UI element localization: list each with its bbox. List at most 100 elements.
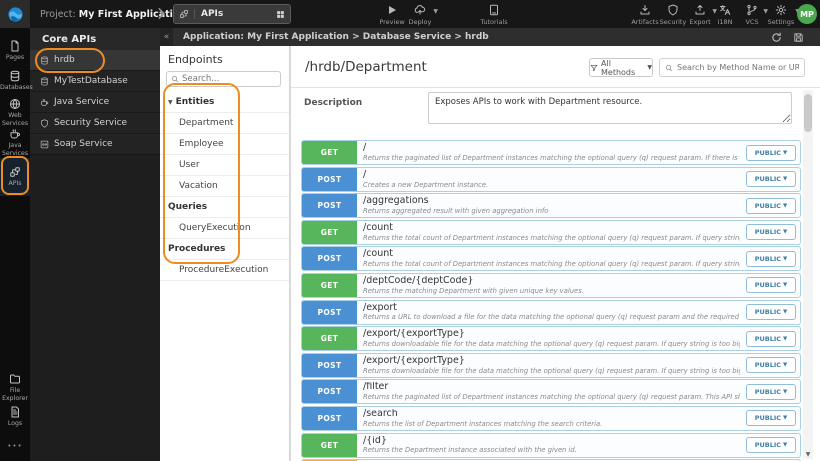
visibility-dropdown[interactable]: PUBLIC ▼ [746,410,796,427]
endpoint-info: /search Returns the list of Department in… [357,407,746,430]
tree-node-procedures[interactable]: Procedures [160,239,289,260]
endpoint-row[interactable]: GET / Returns the paginated list of Depart… [301,140,801,165]
tree-node-vacation[interactable]: Vacation [160,176,289,197]
rail-item-label: APIs [8,179,22,187]
sidebar-item-pages[interactable]: Pages [0,38,30,62]
endpoint-description: Creates a new Department instance. [363,180,489,189]
method-badge: GET [302,433,357,457]
visibility-dropdown[interactable]: PUBLIC ▼ [746,197,796,214]
core-api-item-mytestdatabase[interactable]: MyTestDatabase [30,71,160,92]
tree-node-employee[interactable]: Employee [160,134,289,155]
app-logo[interactable] [0,0,30,28]
endpoint-path: /export [363,302,397,313]
endpoint-row[interactable]: GET/export/{exportType} Returns downloada… [301,326,801,352]
tree-node-entities[interactable]: ▼ Entities [160,92,289,113]
tree-node-user[interactable]: User [160,155,289,176]
scrollbar-thumb[interactable] [804,94,812,132]
sidebar-item-web-services[interactable]: Web Services [0,96,30,128]
topbar-button-i18n[interactable]: I18N [711,4,739,26]
topbar-button-deploy[interactable]: ▼ Deploy [403,4,438,26]
endpoints-search-input[interactable] [182,74,272,84]
endpoints-search[interactable] [166,71,281,87]
grid-icon[interactable] [276,10,285,19]
database-icon [40,77,49,86]
visibility-dropdown[interactable]: PUBLIC ▼ [746,357,796,374]
visibility-dropdown[interactable]: PUBLIC ▼ [746,250,796,267]
chevron-down-icon: ▼ [783,176,788,183]
shield-icon [667,4,679,16]
core-api-item-hrdb[interactable]: hrdb [30,50,160,71]
endpoint-info: /count Returns the total count of Departm… [357,221,746,244]
more-options-button[interactable]: ••• [0,442,30,450]
tree-node-procedureexecution[interactable]: ProcedureExecution [160,260,289,281]
endpoint-info: / Creates a new Department instance. [357,168,746,191]
method-badge: GET [302,141,357,164]
user-avatar[interactable]: MP [797,4,817,24]
visibility-dropdown[interactable]: PUBLIC ▼ [746,277,796,294]
visibility-dropdown[interactable]: PUBLIC ▼ [746,330,796,347]
core-api-item-security-service[interactable]: Security Service [30,113,160,134]
visibility-label: PUBLIC [754,228,782,237]
visibility-dropdown[interactable]: PUBLIC ▼ [746,144,796,161]
tree-node-queries[interactable]: Queries [160,197,289,218]
chevron-down-icon: ▼ [783,335,788,342]
visibility-dropdown[interactable]: PUBLIC ▼ [746,437,796,454]
tree-node-department[interactable]: Department [160,113,289,134]
vertical-scrollbar[interactable]: ▼ [803,90,813,459]
visibility-dropdown[interactable]: PUBLIC ▼ [746,304,796,321]
endpoint-row[interactable]: POST/export/{exportType} Returns download… [301,352,801,378]
funnel-icon [590,64,598,72]
visibility-label: PUBLIC [754,441,782,450]
endpoint-row[interactable]: POST/aggregations Returns aggregated resu… [301,193,801,219]
description-textarea[interactable]: Exposes APIs to work with Department res… [428,92,792,124]
endpoint-row[interactable]: POST/filter Returns the paginated list of… [301,379,801,405]
topbar-button-settings[interactable]: ▼Settings [763,4,800,26]
core-api-item-soap-service[interactable]: Soap Service [30,134,160,155]
refresh-icon[interactable] [771,32,782,43]
method-filter-dropdown[interactable]: All Methods ▼ [589,58,653,77]
endpoint-description: Returns downloadable file for the data m… [363,340,740,349]
core-api-item-java-service[interactable]: Java Service [30,92,160,113]
visibility-label: PUBLIC [754,201,782,210]
method-search[interactable] [659,58,805,77]
endpoint-info: /export Returns a URL to download a file … [357,301,746,324]
visibility-label: PUBLIC [754,414,782,423]
visibility-label: PUBLIC [754,387,782,396]
sidebar-item-java-services[interactable]: Java Services [0,126,30,158]
rail-item-label: File Explorer [2,387,28,403]
visibility-dropdown[interactable]: PUBLIC ▼ [746,383,796,400]
method-badge: POST [302,194,357,218]
service-selector[interactable]: APIs [173,4,291,24]
save-icon[interactable] [793,32,804,43]
method-search-input[interactable] [677,63,799,72]
visibility-label: PUBLIC [754,308,782,317]
tree-node-queryexecution[interactable]: QueryExecution [160,218,289,239]
endpoint-path: /search [363,408,398,419]
endpoint-description: Returns aggregated result with given agg… [363,207,549,216]
method-badge: POST [302,353,357,377]
method-filter-label: All Methods [601,58,636,77]
endpoint-path: /count [363,222,394,233]
endpoint-row[interactable]: POST/count Returns the total count of Dep… [301,246,801,272]
endpoint-row[interactable]: POST/search Returns the list of Departmen… [301,405,801,431]
endpoint-description: Returns downloadable file for the data m… [363,366,740,375]
endpoint-row[interactable]: GET/{id} Returns the Department instance … [301,432,801,458]
collapse-panel-button[interactable]: « [160,28,173,46]
sidebar-item-apis[interactable]: APIs [0,158,30,196]
sidebar-item-databases[interactable]: Databases [0,68,33,92]
visibility-dropdown[interactable]: PUBLIC ▼ [746,224,796,241]
endpoint-row[interactable]: GET/count Returns the total count of Depa… [301,219,801,245]
upload-icon [694,4,706,16]
endpoint-row[interactable]: POST/export Returns a URL to download a f… [301,299,801,325]
visibility-dropdown[interactable]: PUBLIC ▼ [746,171,796,188]
endpoint-row[interactable]: POST / Creates a new Department instance. P… [301,166,801,192]
endpoint-path: / [363,169,367,180]
scrollbar-down-arrow[interactable]: ▼ [803,449,813,459]
sidebar-item-logs[interactable]: Logs [0,404,30,428]
topbar-button-label: Deploy [408,18,432,26]
sidebar-item-file-explorer[interactable]: File Explorer [0,371,30,403]
visibility-label: PUBLIC [754,175,782,184]
topbar-button-tutorials[interactable]: Tutorials [474,4,514,26]
chevron-down-icon: ▼ [783,362,788,369]
endpoint-row[interactable]: GET/deptCode/{deptCode} Returns the match… [301,272,801,298]
